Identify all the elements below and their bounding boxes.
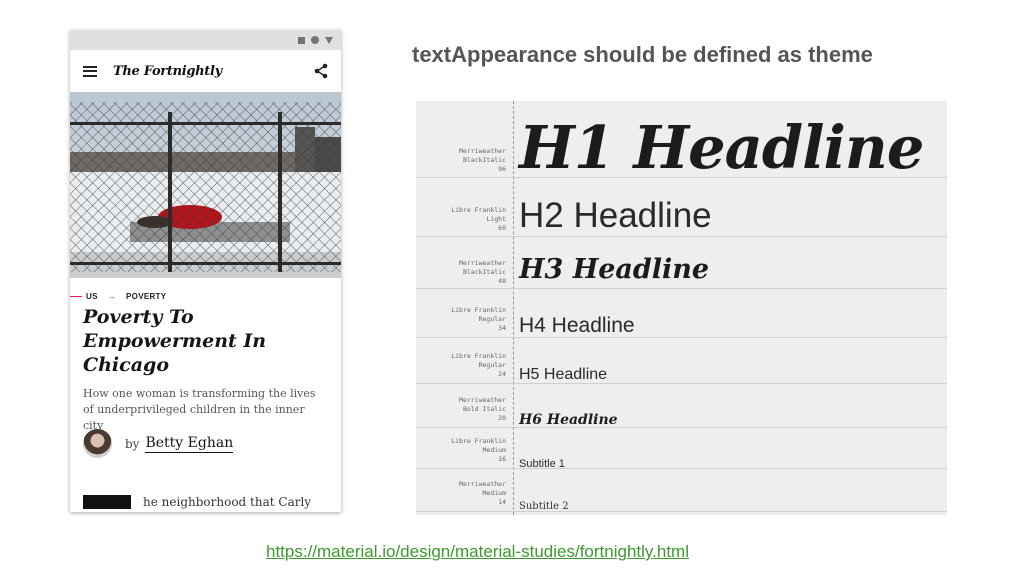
spec-label: Merriweather Medium 14 (459, 480, 506, 506)
type-row-subtitle2: Merriweather Medium 14 Subtitle 2 (416, 469, 947, 512)
spec-label: Libre Franklin Regular 34 (451, 306, 506, 332)
source-link[interactable]: https://material.io/design/material-stud… (266, 542, 689, 562)
article-body: he neighborhood that Carly (83, 495, 311, 509)
author-avatar[interactable] (83, 429, 112, 458)
type-row-h2: Libre Franklin Light 60 H2 Headline (416, 178, 947, 237)
type-row-h3: Merriweather BlackItalic 48 H3 Headline (416, 237, 947, 289)
category-us[interactable]: US (86, 292, 98, 301)
h4-sample: H4 Headline (519, 314, 635, 337)
author-link[interactable]: Betty Eghan (145, 435, 234, 453)
type-scale-panel: Merriweather BlackItalic 96 H1 Headline … (416, 101, 947, 515)
type-row-h5: Libre Franklin Regular 24 H5 Headline (416, 338, 947, 384)
byline: by Betty Eghan (83, 429, 234, 458)
category-breadcrumb: US → POVERTY (70, 289, 341, 303)
share-icon[interactable] (313, 63, 329, 79)
triangle-icon (325, 36, 333, 44)
h3-sample: H3 Headline (519, 254, 710, 285)
app-logo: The Fortnightly (113, 63, 222, 79)
drop-cap (83, 495, 131, 509)
slide-title: textAppearance should be defined as them… (412, 42, 873, 67)
spec-label: Libre Franklin Light 60 (451, 206, 506, 232)
accent-line (70, 295, 82, 297)
h2-sample: H2 Headline (519, 196, 712, 235)
type-row-subtitle1: Libre Franklin Medium 16 Subtitle 1 (416, 428, 947, 470)
type-row-h1: Merriweather BlackItalic 96 H1 Headline (416, 101, 947, 182)
spec-label: Libre Franklin Regular 24 (451, 352, 506, 378)
square-icon (298, 36, 305, 44)
hero-image (70, 92, 341, 278)
spec-label: Libre Franklin Medium 16 (451, 437, 506, 463)
spec-label: Merriweather BlackItalic 48 (459, 259, 506, 285)
article-subtitle: How one woman is transforming the lives … (83, 387, 316, 432)
spec-label: Merriweather BlackItalic 96 (459, 147, 506, 173)
menu-icon[interactable] (83, 65, 97, 77)
circle-icon (311, 36, 319, 44)
type-row-h4: Libre Franklin Regular 34 H4 Headline (416, 289, 947, 338)
category-poverty[interactable]: POVERTY (126, 292, 166, 301)
phone-mockup: The Fortnightly US → POVERTY Poverty To … (70, 30, 341, 512)
type-row-h6: Merriweather Bold Italic 20 H6 Headline (416, 384, 947, 428)
h6-sample: H6 Headline (519, 412, 618, 428)
by-label: by (125, 436, 140, 451)
article-body-text: he neighborhood that Carly (143, 495, 312, 509)
h1-sample: H1 Headline (519, 113, 924, 182)
status-bar (70, 30, 341, 50)
article-title[interactable]: Poverty To Empowerment In Chicago (83, 305, 323, 377)
arrow-right-icon: → (107, 291, 117, 301)
h5-sample: H5 Headline (519, 366, 608, 383)
app-bar: The Fortnightly (70, 50, 341, 92)
spec-label: Merriweather Bold Italic 20 (459, 396, 506, 422)
row-divider (416, 511, 947, 512)
